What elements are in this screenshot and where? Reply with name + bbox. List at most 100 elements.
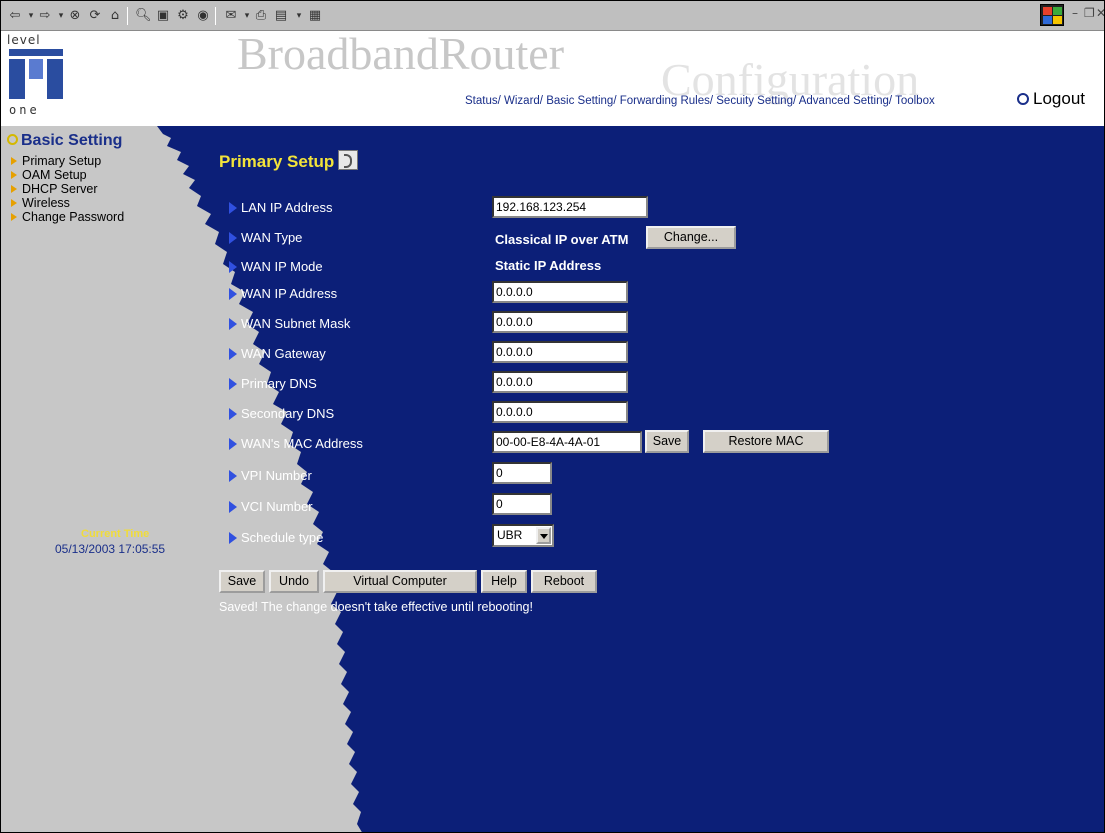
minimize-icon[interactable]: – [1072, 6, 1078, 20]
row-schedule-type: Schedule type [229, 527, 489, 549]
nav-forwarding-rules[interactable]: Forwarding Rules/ [620, 95, 713, 107]
wan-ip-mode-value: Static IP Address [495, 258, 602, 273]
wan-gateway-label: WAN Gateway [241, 346, 326, 361]
close-icon[interactable]: ✕ [1096, 6, 1104, 20]
edit-icon[interactable]: ▤ [273, 8, 289, 24]
lan-ip-input[interactable]: 192.168.123.254 [492, 196, 648, 218]
nav-status[interactable]: Status/ [465, 95, 501, 107]
wan-mac-label: WAN's MAC Address [241, 436, 363, 451]
undo-button[interactable]: Undo [269, 570, 319, 593]
sidebar-item-wireless[interactable]: Wireless [11, 196, 124, 210]
help-button[interactable]: Help [481, 570, 527, 593]
wan-mac-input[interactable]: 00-00-E8-4A-4A-01 [492, 431, 642, 453]
schedule-type-select[interactable]: UBR [492, 524, 554, 547]
window-controls: – ❐ ✕ [1026, 1, 1104, 30]
row-arrow-icon [229, 470, 237, 482]
bullet-arrow-icon [11, 157, 17, 165]
row-arrow-icon [229, 408, 237, 420]
vci-input[interactable]: 0 [492, 493, 552, 515]
levelone-logo: level one [7, 33, 69, 119]
wan-ip-input[interactable]: 0.0.0.0 [492, 281, 628, 303]
section-ring-icon [7, 134, 18, 145]
wan-type-label: WAN Type [241, 230, 303, 245]
page-header: level one Configuration BroadbandRouter … [1, 28, 1104, 126]
channels-icon[interactable]: ◉ [195, 8, 211, 24]
sidebar-title-text: Basic Setting [21, 132, 123, 149]
history-icon[interactable]: ⚙ [175, 8, 191, 24]
logo-mark-icon [9, 49, 63, 99]
wan-gateway-input[interactable]: 0.0.0.0 [492, 341, 628, 363]
dropdown-arrow-icon[interactable] [536, 527, 551, 544]
forward-icon[interactable]: ⇨ [37, 8, 53, 24]
save-mac-button[interactable]: Save [645, 430, 689, 453]
row-arrow-icon [229, 378, 237, 390]
windows-logo-icon [1040, 4, 1064, 26]
nav-basic-setting[interactable]: Basic Setting/ [546, 95, 616, 107]
row-vci: VCI Number [229, 496, 489, 518]
row-wan-gateway: WAN Gateway [229, 343, 489, 365]
refresh-icon[interactable]: ⟳ [87, 8, 103, 24]
vpi-input[interactable]: 0 [492, 462, 552, 484]
sidebar-item-dhcp-server[interactable]: DHCP Server [11, 182, 124, 196]
wan-type-value: Classical IP over ATM [495, 232, 629, 247]
toolbar-separator [127, 7, 128, 25]
save-button[interactable]: Save [219, 570, 265, 593]
row-wan-ip-mode: WAN IP Mode [229, 256, 489, 278]
sidebar-item-label: Change Password [22, 210, 125, 224]
logo-bottom-text: one [9, 103, 40, 117]
current-time-label: Current Time [81, 528, 150, 540]
wan-subnet-mask-input[interactable]: 0.0.0.0 [492, 311, 628, 333]
nav-security-setting[interactable]: Secuity Setting/ [716, 95, 796, 107]
nav-advanced-setting[interactable]: Advanced Setting/ [799, 95, 892, 107]
sidebar-item-label: Primary Setup [22, 154, 102, 168]
change-wan-type-button[interactable]: Change... [646, 226, 736, 249]
sidebar-item-oam-setup[interactable]: OAM Setup [11, 168, 124, 182]
primary-dns-label: Primary DNS [241, 376, 317, 391]
schedule-type-label: Schedule type [241, 530, 324, 545]
sidebar-item-label: DHCP Server [22, 182, 98, 196]
nav-toolbox[interactable]: Toolbox [895, 95, 935, 107]
row-vpi: VPI Number [229, 465, 489, 487]
row-arrow-icon [229, 261, 237, 273]
edit-dropdown-icon[interactable]: ▾ [291, 8, 307, 24]
nav-wizard[interactable]: Wizard/ [504, 95, 543, 107]
reboot-button[interactable]: Reboot [531, 570, 597, 593]
row-primary-dns: Primary DNS [229, 373, 489, 395]
sidebar-title: Basic Setting [7, 132, 122, 150]
restore-mac-button[interactable]: Restore MAC [703, 430, 829, 453]
row-wan-subnet-mask: WAN Subnet Mask [229, 313, 489, 335]
wan-subnet-mask-label: WAN Subnet Mask [241, 316, 351, 331]
bullet-arrow-icon [11, 213, 17, 221]
sidebar: Basic Setting Primary Setup OAM Setup DH… [1, 126, 201, 832]
page-title-text: Primary Setup [219, 152, 335, 171]
row-arrow-icon [229, 202, 237, 214]
sidebar-item-primary-setup[interactable]: Primary Setup [11, 154, 124, 168]
back-icon[interactable]: ⇦ [7, 8, 23, 24]
secondary-dns-input[interactable]: 0.0.0.0 [492, 401, 628, 423]
help-icon[interactable] [338, 150, 359, 170]
home-icon[interactable]: ⌂ [107, 8, 123, 24]
bullet-arrow-icon [11, 185, 17, 193]
lan-ip-label: LAN IP Address [241, 200, 333, 215]
stop-icon[interactable]: ⊗ [67, 8, 83, 24]
row-lan-ip: LAN IP Address [229, 197, 489, 219]
current-time-value: 05/13/2003 17:05:55 [55, 542, 166, 556]
row-arrow-icon [229, 501, 237, 513]
bullet-arrow-icon [11, 199, 17, 207]
toolbar-separator [215, 7, 216, 25]
sidebar-item-label: Wireless [22, 196, 70, 210]
restore-icon[interactable]: ❐ [1084, 6, 1095, 20]
logout-link[interactable]: Logout [1017, 89, 1085, 109]
brand-title: BroadbandRouter [237, 28, 565, 79]
row-wan-mac: WAN's MAC Address [229, 433, 489, 455]
virtual-computer-button[interactable]: Virtual Computer [323, 570, 477, 593]
print-icon[interactable]: ⎙ [253, 8, 269, 24]
discuss-icon[interactable]: ▦ [307, 8, 323, 24]
primary-dns-input[interactable]: 0.0.0.0 [492, 371, 628, 393]
mail-icon[interactable]: ✉ [223, 8, 239, 24]
row-arrow-icon [229, 348, 237, 360]
favorites-icon[interactable]: ▣ [155, 8, 171, 24]
search-icon[interactable]: 🔍︎ [135, 8, 152, 24]
sidebar-item-change-password[interactable]: Change Password [11, 210, 124, 224]
row-wan-type: WAN Type [229, 227, 489, 249]
